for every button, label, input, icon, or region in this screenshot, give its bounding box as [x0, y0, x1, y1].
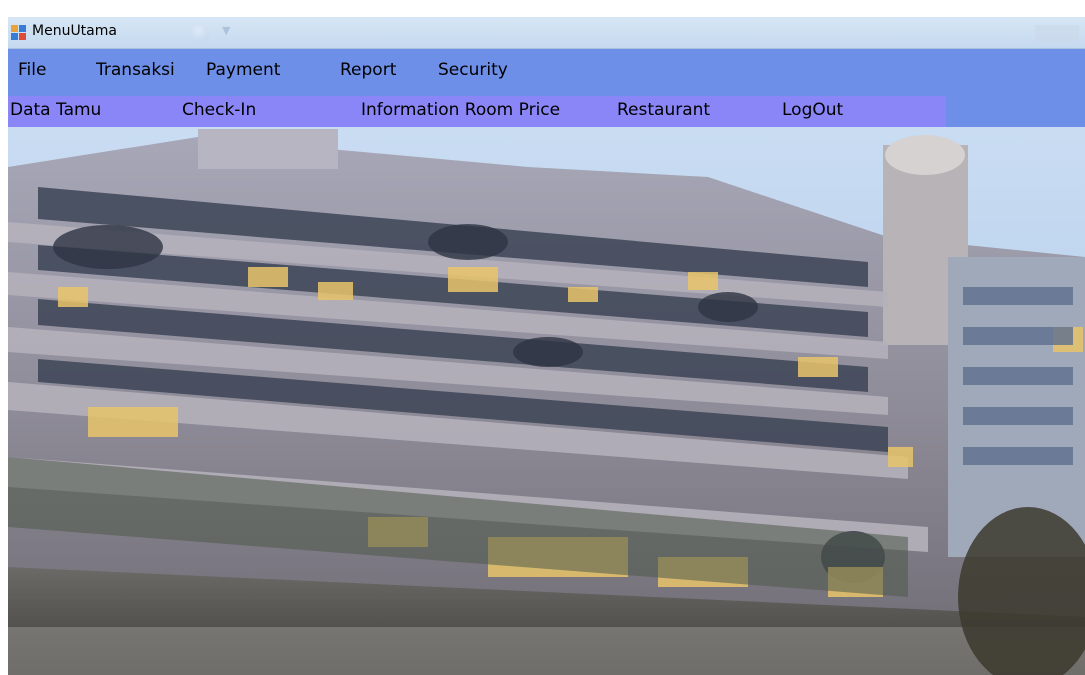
- menu-file[interactable]: File: [18, 60, 46, 80]
- quick-access-icon: [191, 24, 209, 42]
- information-room-price-button[interactable]: Information Room Price: [361, 100, 560, 120]
- hotel-photo-svg: [8, 127, 1085, 675]
- menu-payment[interactable]: Payment: [206, 60, 280, 80]
- main-window: MenuUtama ▼ File Transaksi Payment Repor…: [8, 17, 1085, 675]
- restaurant-button[interactable]: Restaurant: [617, 100, 710, 120]
- logout-button[interactable]: LogOut: [782, 100, 843, 120]
- window-title: MenuUtama: [32, 23, 117, 39]
- menu-bar: File Transaksi Payment Report Security: [8, 49, 1085, 96]
- chevron-down-icon: ▼: [222, 24, 231, 37]
- app-form-icon: [11, 25, 26, 40]
- toolstrip: Data Tamu Check-In Information Room Pric…: [8, 96, 946, 127]
- data-tamu-button[interactable]: Data Tamu: [10, 100, 101, 120]
- menu-report[interactable]: Report: [340, 60, 396, 80]
- check-in-button[interactable]: Check-In: [182, 100, 256, 120]
- window-controls[interactable]: [1035, 25, 1079, 41]
- toolstrip-filler: [946, 96, 1085, 127]
- title-bar[interactable]: MenuUtama ▼: [8, 17, 1085, 49]
- menu-security[interactable]: Security: [438, 60, 508, 80]
- hotel-building-photo: [8, 127, 1085, 675]
- menu-transaksi[interactable]: Transaksi: [96, 60, 175, 80]
